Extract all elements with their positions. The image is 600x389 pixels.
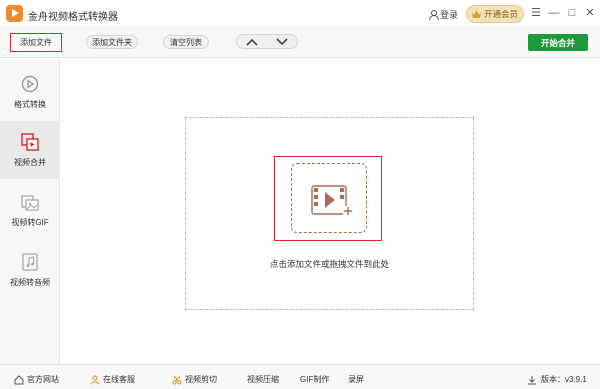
start-merge-button[interactable]: 开始合并 — [528, 34, 588, 51]
support-icon — [90, 375, 100, 385]
sidebar-item-video-to-gif[interactable]: 视频转GIF — [0, 181, 60, 239]
video-add-icon — [311, 185, 353, 216]
add-folder-button[interactable]: 添加文件夹 — [86, 35, 138, 49]
sidebar-item-label: 视频转音频 — [10, 277, 50, 287]
vip-button[interactable]: 开通会员 — [466, 5, 524, 23]
menu-icon[interactable]: ☰ — [530, 7, 542, 19]
login-button[interactable]: 登录 — [428, 8, 458, 21]
scissors-icon — [172, 375, 182, 385]
close-icon[interactable]: ✕ — [584, 7, 596, 19]
reorder-buttons — [236, 34, 298, 49]
home-icon — [14, 374, 24, 384]
add-file-frame — [291, 163, 367, 233]
download-icon — [528, 375, 536, 384]
crown-icon — [471, 10, 481, 18]
gif-maker-link[interactable]: GIF制作 — [300, 374, 329, 385]
footer-item-label: 视频剪切 — [185, 375, 217, 384]
login-label: 登录 — [440, 10, 459, 20]
chevron-up-icon[interactable] — [245, 37, 259, 47]
toolbar: 添加文件 添加文件夹 清空列表 — [0, 28, 600, 58]
clear-list-button[interactable]: 清空列表 — [163, 35, 209, 49]
format-convert-icon — [21, 75, 39, 93]
sidebar-item-label: 视频转GIF — [11, 217, 49, 227]
official-site-link[interactable]: 官方网站 — [14, 374, 59, 385]
add-file-button[interactable]: 添加文件 — [10, 33, 62, 52]
title-bar: 金舟视频格式转换器 登录 开通会员 ☰ — □ ✕ — [0, 0, 600, 28]
drop-hint-text: 点击添加文件或拖拽文件到此处 — [269, 259, 389, 269]
app-logo-icon — [6, 5, 23, 22]
video-to-gif-icon — [21, 193, 39, 211]
video-to-audio-icon — [21, 252, 39, 271]
screen-record-link[interactable]: 录屏 — [348, 374, 364, 385]
vip-label: 开通会员 — [483, 9, 518, 19]
sidebar-item-video-merge[interactable]: 视频合并 — [0, 121, 60, 179]
sidebar-item-video-to-audio[interactable]: 视频转音频 — [0, 241, 60, 299]
chevron-down-icon[interactable] — [275, 37, 289, 47]
version-info: 版本：v3.9.1 — [527, 374, 587, 385]
video-compress-link[interactable]: 视频压缩 — [247, 374, 279, 385]
add-file-area[interactable] — [274, 156, 382, 241]
video-merge-icon — [21, 132, 39, 151]
sidebar: 格式转换 视频合并 视频转GIF 视频转音频 — [0, 59, 60, 364]
version-label: 版本：v3.9.1 — [541, 375, 587, 384]
footer-bar: 官方网站 在线客服 视频剪切 视频压缩 GIF制作 录屏 版本：v3.9.1 — [0, 364, 600, 389]
video-cut-link[interactable]: 视频剪切 — [172, 374, 217, 385]
footer-item-label: 官方网站 — [27, 375, 59, 384]
user-icon — [428, 9, 439, 20]
minimize-icon[interactable]: — — [548, 7, 560, 19]
sidebar-item-label: 格式转换 — [14, 99, 46, 109]
footer-item-label: 在线客服 — [103, 375, 135, 384]
maximize-icon[interactable]: □ — [566, 7, 578, 19]
app-title: 金舟视频格式转换器 — [28, 12, 118, 23]
sidebar-item-format-convert[interactable]: 格式转换 — [0, 63, 60, 121]
sidebar-item-label: 视频合并 — [14, 157, 46, 167]
online-support-link[interactable]: 在线客服 — [90, 374, 135, 385]
